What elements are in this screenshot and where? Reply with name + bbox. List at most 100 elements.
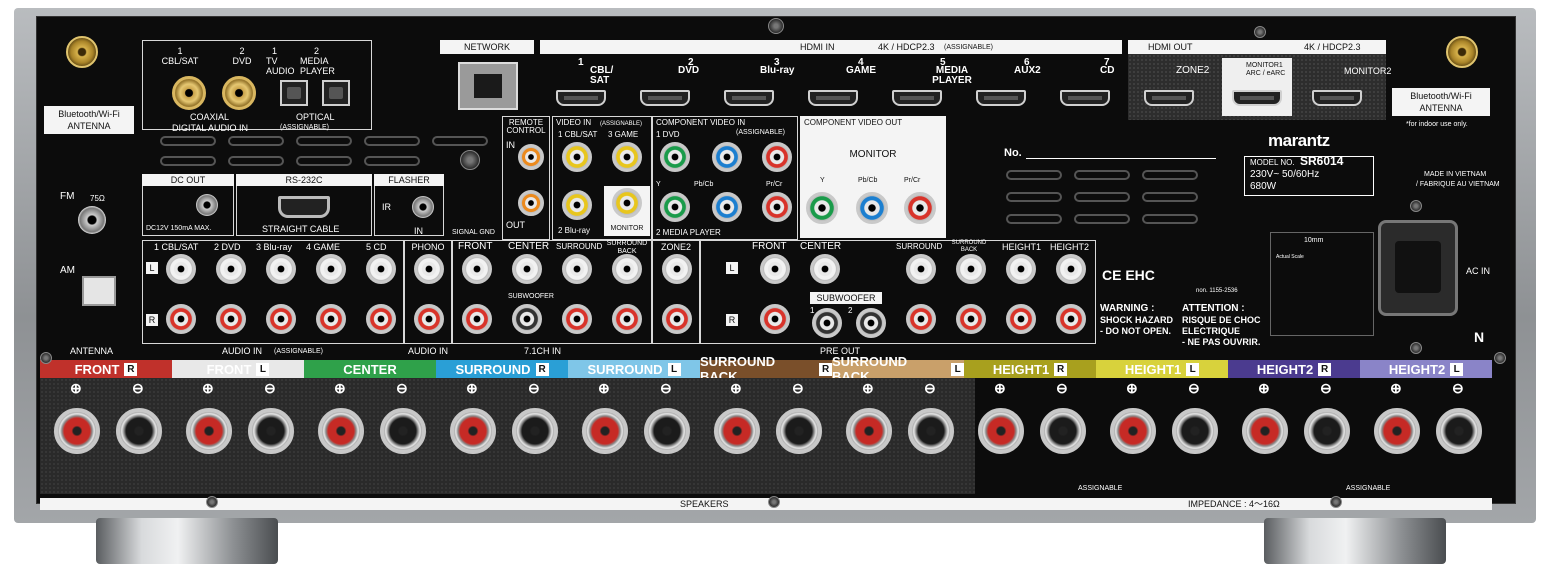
audio-in-2-l-jack[interactable] (216, 254, 246, 284)
video-in-2-jack[interactable] (562, 190, 592, 220)
hdmi-in-header: HDMI IN 4K / HDCP2.3 (ASSIGNABLE) (540, 40, 1122, 54)
pre-out-sb-r-jack[interactable] (956, 304, 986, 334)
bt-antenna-left-connector[interactable] (66, 36, 98, 68)
hdmi-out-monitor1-port[interactable] (1232, 90, 1282, 106)
audio-in-3-l-jack[interactable] (266, 254, 296, 284)
component-in-2-pb-jack[interactable] (712, 192, 742, 222)
pre-out-surround-r-jack[interactable] (906, 304, 936, 334)
audio-in-3-r-jack[interactable] (266, 304, 296, 334)
ac-inlet[interactable] (1378, 220, 1458, 316)
speaker-terminal-positive[interactable] (714, 408, 760, 454)
hdmi-out-monitor2-port[interactable] (1312, 90, 1362, 106)
audio-in-4-r-jack[interactable] (316, 304, 346, 334)
component-in-1-pb-jack[interactable] (712, 142, 742, 172)
audio-in-1-l-jack[interactable] (166, 254, 196, 284)
bt-antenna-right-connector[interactable] (1446, 36, 1478, 68)
audio-in-1-r-jack[interactable] (166, 304, 196, 334)
audio-in-2-r-jack[interactable] (216, 304, 246, 334)
flasher-jack[interactable] (412, 196, 434, 218)
component-out-y-jack[interactable] (806, 192, 838, 224)
fm-antenna-jack[interactable] (78, 206, 106, 234)
hdmi-in-4-port[interactable] (808, 90, 858, 106)
speaker-terminal-negative[interactable] (1436, 408, 1482, 454)
pre-out-center-jack[interactable] (810, 254, 840, 284)
optical-2-port[interactable] (322, 80, 350, 106)
component-out-pr-jack[interactable] (904, 192, 936, 224)
ch71-front-l-jack[interactable] (462, 254, 492, 284)
rs232c-port[interactable] (278, 196, 330, 218)
speaker-terminal-positive[interactable] (54, 408, 100, 454)
pre-out-sub-badge: SUBWOOFER (810, 292, 882, 304)
audio-in-4-l-jack[interactable] (316, 254, 346, 284)
video-in-3-jack[interactable] (612, 142, 642, 172)
hdmi-in-6-port[interactable] (976, 90, 1026, 106)
audio-in-5-l-jack[interactable] (366, 254, 396, 284)
speaker-terminal-positive[interactable] (846, 408, 892, 454)
ch71-front-r-jack[interactable] (462, 304, 492, 334)
pre-out-surround-l-jack[interactable] (906, 254, 936, 284)
speaker-terminal-positive[interactable] (582, 408, 628, 454)
ch71-sub-jack[interactable] (512, 304, 542, 334)
component-in-2-y-jack[interactable] (660, 192, 690, 222)
pre-out-sub2-jack[interactable] (856, 308, 886, 338)
ch71-surround-r-jack[interactable] (562, 304, 592, 334)
speaker-terminal-negative[interactable] (776, 408, 822, 454)
pre-out-sb-l-jack[interactable] (956, 254, 986, 284)
audio-in-5-r-jack[interactable] (366, 304, 396, 334)
pre-out-front-r-jack[interactable] (760, 304, 790, 334)
zone2-r-jack[interactable] (662, 304, 692, 334)
ch71-surround-l-jack[interactable] (562, 254, 592, 284)
pre-out-front-l-jack[interactable] (760, 254, 790, 284)
pre-out-height2-l-jack[interactable] (1056, 254, 1086, 284)
network-lan-port[interactable] (458, 62, 518, 110)
component-in-1-pr-jack[interactable] (762, 142, 792, 172)
speaker-terminal-positive[interactable] (1242, 408, 1288, 454)
hdmi-in-1-port[interactable] (556, 90, 606, 106)
component-in-2-pr-jack[interactable] (762, 192, 792, 222)
speaker-terminal-positive[interactable] (978, 408, 1024, 454)
pre-out-height1-l-jack[interactable] (1006, 254, 1036, 284)
pre-out-height2-r-jack[interactable] (1056, 304, 1086, 334)
speaker-terminal-positive[interactable] (318, 408, 364, 454)
am-antenna-terminal[interactable] (82, 276, 116, 306)
pre-out-height1-r-jack[interactable] (1006, 304, 1036, 334)
speaker-terminal-negative[interactable] (644, 408, 690, 454)
hdmi-in-2-port[interactable] (640, 90, 690, 106)
dc-out-header: DC OUT (142, 174, 234, 186)
ch71-center-jack[interactable] (512, 254, 542, 284)
remote-in-jack[interactable] (518, 144, 544, 170)
coaxial-1-jack[interactable] (172, 76, 206, 110)
speaker-terminal-positive[interactable] (1110, 408, 1156, 454)
zone2-l-jack[interactable] (662, 254, 692, 284)
ch71-sb-l-jack[interactable] (612, 254, 642, 284)
speaker-terminal-negative[interactable] (1304, 408, 1350, 454)
phono-l-jack[interactable] (414, 254, 444, 284)
speaker-terminal-negative[interactable] (512, 408, 558, 454)
speaker-terminal-negative[interactable] (116, 408, 162, 454)
ch71-sb-r-jack[interactable] (612, 304, 642, 334)
speaker-terminal-negative[interactable] (1040, 408, 1086, 454)
hdmi-out-zone2-port[interactable] (1144, 90, 1194, 106)
signal-gnd-screw[interactable] (460, 150, 480, 170)
pre-out-sub1-jack[interactable] (812, 308, 842, 338)
speaker-terminal-positive[interactable] (186, 408, 232, 454)
hdmi-in-7-port[interactable] (1060, 90, 1110, 106)
component-out-pb-jack[interactable] (856, 192, 888, 224)
speaker-terminal-positive[interactable] (450, 408, 496, 454)
phono-r-jack[interactable] (414, 304, 444, 334)
speaker-terminal-negative[interactable] (380, 408, 426, 454)
optical-1-port[interactable] (280, 80, 308, 106)
video-monitor-out-jack[interactable] (612, 188, 642, 218)
component-in-1-y-jack[interactable] (660, 142, 690, 172)
hdmi-in-3-port[interactable] (724, 90, 774, 106)
video-in-1-jack[interactable] (562, 142, 592, 172)
dc-out-jack[interactable] (196, 194, 218, 216)
speaker-terminal-negative[interactable] (248, 408, 294, 454)
hdmi-in-5-port[interactable] (892, 90, 942, 106)
remote-out-jack[interactable] (518, 190, 544, 216)
coaxial-2-jack[interactable] (222, 76, 256, 110)
network-label-box: NETWORK (440, 40, 534, 54)
speaker-terminal-positive[interactable] (1374, 408, 1420, 454)
speaker-terminal-negative[interactable] (908, 408, 954, 454)
speaker-terminal-negative[interactable] (1172, 408, 1218, 454)
